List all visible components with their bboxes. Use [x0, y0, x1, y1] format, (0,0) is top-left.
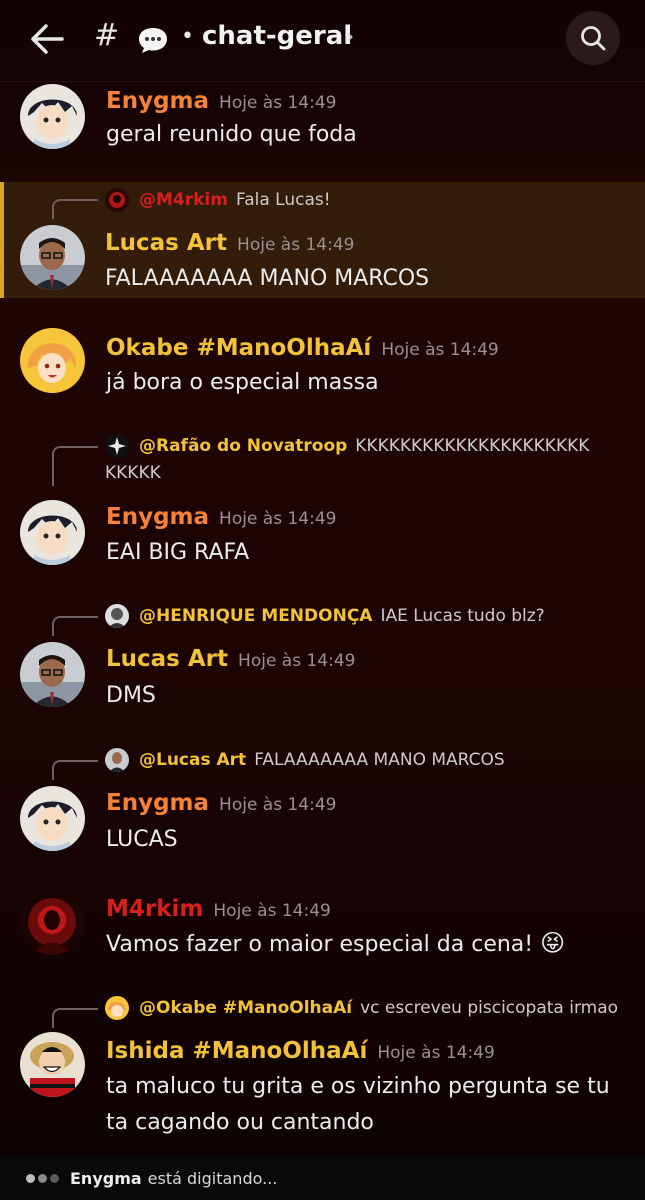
avatar-mini-m4rkim — [105, 188, 129, 212]
channel-hash-icon: # — [94, 18, 120, 53]
author-name[interactable]: Lucas Art Hoje às 14:49 — [105, 230, 354, 256]
author-name[interactable]: M4rkim Hoje às 14:49 — [106, 896, 331, 922]
typing-dots-icon — [26, 1173, 62, 1183]
reply-preview[interactable]: @Okabe #ManoOlhaAí vc escreveu piscicopa… — [105, 996, 618, 1020]
timestamp: Hoje às 14:49 — [237, 235, 355, 255]
message-item[interactable]: M4rkim Hoje às 14:49 Vamos fazer o maior … — [0, 890, 645, 970]
timestamp: Hoje às 14:49 — [219, 795, 337, 815]
reply-preview[interactable]: @Rafão do Novatroop KKKKKKKKKKKKKKKKKKKK… — [105, 434, 589, 458]
typing-indicator: Enygma está digitando... — [0, 1156, 645, 1200]
avatar-mini-henrique — [105, 604, 129, 628]
avatar-mini-rafao — [105, 434, 129, 458]
message-text: FALAAAAAAA MANO MARCOS — [105, 266, 430, 291]
message-text: geral reunido que foda — [106, 122, 357, 147]
avatar-lucas-art[interactable] — [20, 225, 85, 290]
avatar-enygma[interactable] — [20, 786, 85, 851]
reply-preview[interactable]: @Lucas Art FALAAAAAAA MANO MARCOS — [105, 748, 505, 772]
reply-text: IAE Lucas tudo blz? — [380, 606, 545, 626]
message-item[interactable]: @Rafão do Novatroop KKKKKKKKKKKKKKKKKKKK… — [0, 432, 645, 572]
arrow-left-icon — [31, 24, 64, 54]
search-icon — [581, 26, 606, 51]
timestamp: Hoje às 14:49 — [381, 340, 499, 360]
typing-text: está digitando... — [147, 1168, 278, 1188]
author-name[interactable]: Enygma Hoje às 14:49 — [106, 790, 336, 816]
author-name[interactable]: Enygma Hoje às 14:49 — [106, 88, 336, 114]
reply-author[interactable]: @M4rkim — [139, 190, 228, 210]
timestamp: Hoje às 14:49 — [219, 93, 337, 113]
reply-author[interactable]: @Okabe #ManoOlhaAí — [139, 998, 352, 1018]
avatar-okabe[interactable] — [20, 328, 85, 393]
avatar-m4rkim[interactable] — [20, 890, 85, 955]
avatar-mini-okabe — [105, 996, 129, 1020]
reply-connector — [52, 760, 98, 780]
reply-connector — [52, 616, 98, 636]
typing-user: Enygma — [70, 1168, 142, 1188]
reply-author[interactable]: @Lucas Art — [139, 750, 246, 770]
avatar-ishida[interactable] — [20, 1032, 85, 1097]
message-item[interactable]: Okabe #ManoOlhaAí Hoje às 14:49 já bora o… — [0, 326, 645, 406]
message-text: já bora o especial massa — [106, 370, 379, 395]
message-text: EAI BIG RAFA — [106, 540, 250, 565]
author-name[interactable]: Okabe #ManoOlhaAí Hoje às 14:49 — [106, 335, 499, 361]
author-name[interactable]: Enygma Hoje às 14:49 — [106, 504, 336, 530]
reply-connector — [52, 1008, 98, 1028]
title-separator: • — [181, 24, 194, 49]
message-item[interactable]: @Lucas Art FALAAAAAAA MANO MARCOS Enygma… — [0, 746, 645, 856]
message-text-continued: ta cagando ou cantando — [106, 1110, 374, 1135]
reply-connector — [52, 446, 98, 486]
timestamp: Hoje às 14:49 — [377, 1043, 495, 1063]
author-name[interactable]: Lucas Art Hoje às 14:49 — [106, 646, 355, 672]
back-button[interactable] — [28, 22, 68, 56]
speech-bubble-icon — [139, 28, 167, 53]
reply-text: KKKKKKKKKKKKKKKKKKKKK — [355, 436, 590, 456]
message-item[interactable]: @HENRIQUE MENDONÇA IAE Lucas tudo blz? L… — [0, 602, 645, 712]
reply-author[interactable]: @Rafão do Novatroop — [139, 436, 347, 456]
author-name[interactable]: Ishida #ManoOlhaAí Hoje às 14:49 — [106, 1038, 495, 1064]
reply-author[interactable]: @HENRIQUE MENDONÇA — [139, 606, 372, 626]
reply-preview[interactable]: @M4rkim Fala Lucas! — [105, 188, 331, 212]
message-item[interactable]: @Okabe #ManoOlhaAí vc escreveu piscicopa… — [0, 994, 645, 1144]
message-item-mention[interactable]: @M4rkim Fala Lucas! Lucas Art Hoje às 14:… — [0, 182, 645, 298]
reply-text: FALAAAAAAA MANO MARCOS — [254, 750, 505, 770]
message-item[interactable]: Enygma Hoje às 14:49 geral reunido que fo… — [0, 84, 645, 174]
avatar-lucas-art[interactable] — [20, 642, 85, 707]
squinting-tongue-emoji: 😝 — [540, 929, 566, 957]
avatar-enygma[interactable] — [20, 84, 85, 149]
reply-text: vc escreveu piscicopata irmao — [360, 998, 619, 1018]
message-text: Vamos fazer o maior especial da cena! 😝 — [106, 929, 566, 957]
reply-connector — [52, 199, 98, 219]
timestamp: Hoje às 14:49 — [219, 509, 337, 529]
reply-preview[interactable]: @HENRIQUE MENDONÇA IAE Lucas tudo blz? — [105, 604, 545, 628]
message-text: LUCAS — [106, 827, 178, 852]
chevron-right-icon[interactable]: › — [346, 24, 354, 48]
message-text: DMS — [106, 683, 156, 708]
channel-title[interactable]: chat-geral — [202, 21, 352, 51]
reply-text-continued: KKKKK — [105, 463, 161, 483]
timestamp: Hoje às 14:49 — [213, 901, 331, 921]
timestamp: Hoje às 14:49 — [238, 651, 356, 671]
message-text: ta maluco tu grita e os vizinho pergunta… — [106, 1074, 610, 1099]
reply-text: Fala Lucas! — [235, 190, 331, 210]
search-button[interactable] — [566, 11, 620, 65]
avatar-mini-lucas-art — [105, 748, 129, 772]
channel-header: # • chat-geral › — [0, 0, 645, 82]
avatar-enygma[interactable] — [20, 500, 85, 565]
